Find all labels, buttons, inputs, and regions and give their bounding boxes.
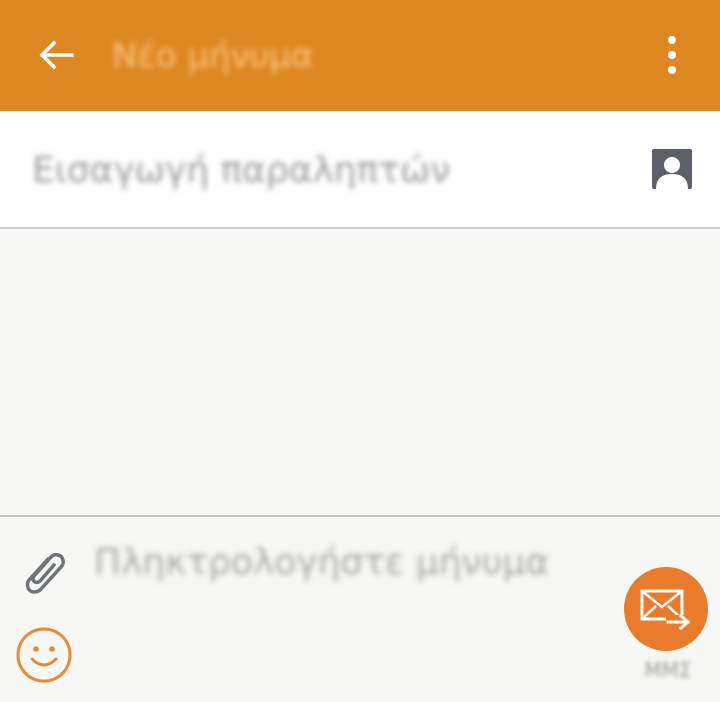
compose-bar: Πληκτρολογήστε μήνυμα [0,515,720,702]
send-button-label: ΜΜΣ [644,658,692,682]
recipient-row: Εισαγωγή παραληπτών [0,111,720,229]
smiley-icon [16,627,72,683]
contacts-button[interactable] [652,149,692,189]
app-bar: Νέο μήνυμα [0,0,720,111]
send-button[interactable] [624,567,708,651]
arrow-left-icon [39,40,74,70]
paperclip-icon [25,552,65,594]
more-vertical-icon [668,36,676,44]
attach-button[interactable] [16,545,72,601]
message-thread-area [0,229,720,515]
recipient-input[interactable]: Εισαγωγή παραληπτών [32,149,592,193]
page-title: Νέο μήνυμα [112,36,314,76]
message-input[interactable]: Πληκτρολογήστε μήνυμα [94,541,594,585]
contact-person-icon [656,157,688,189]
send-mail-icon [640,589,691,631]
emoji-button[interactable] [14,625,74,685]
more-options-button[interactable] [650,30,694,80]
back-button[interactable] [28,30,84,80]
